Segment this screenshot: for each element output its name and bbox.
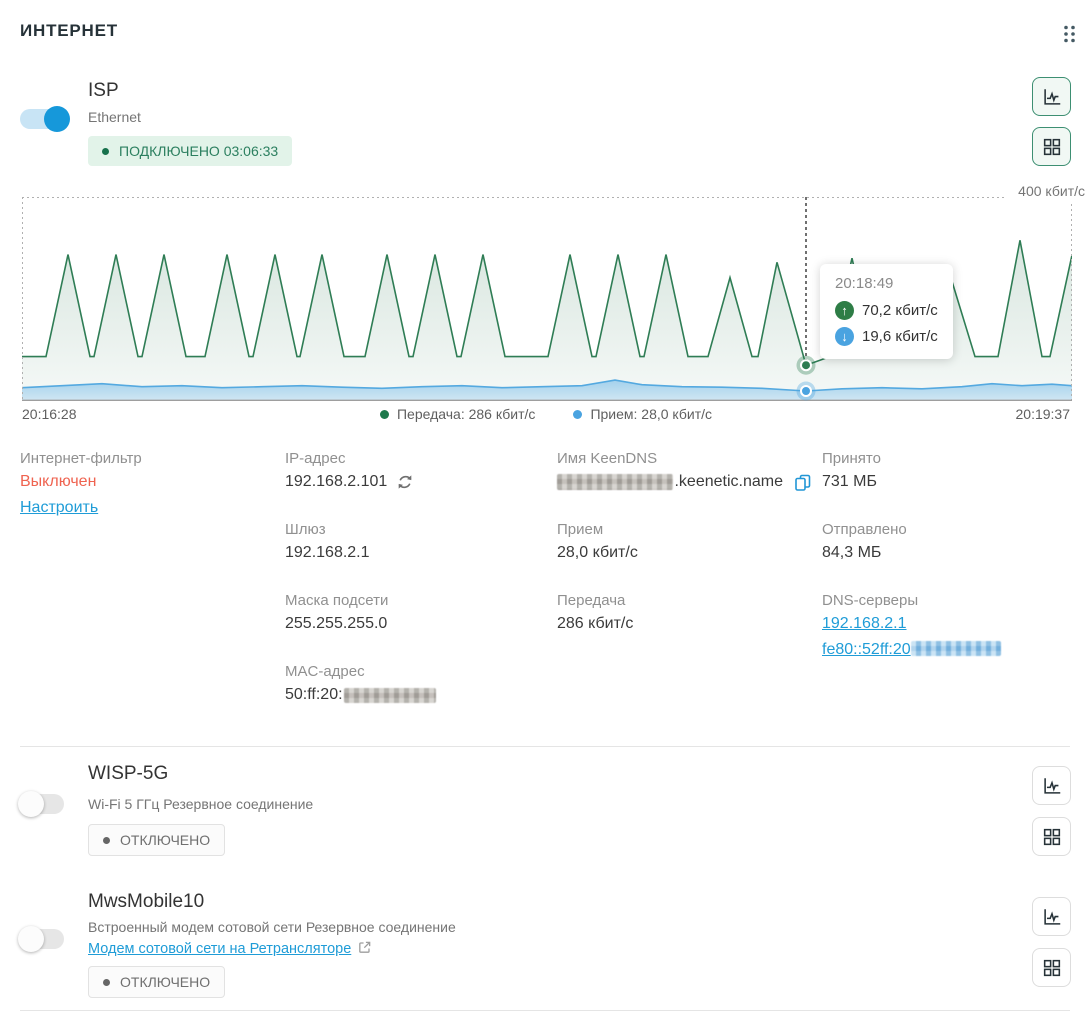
rx-hover-marker: [797, 382, 816, 401]
mws-status-badge: ОТКЛЮЧЕНО: [88, 966, 225, 998]
line-chart-icon: [1041, 775, 1063, 797]
section-divider: [20, 1010, 1070, 1011]
keendns-value-redacted: [557, 474, 673, 490]
isp-name: ISP: [88, 80, 119, 102]
chart-tooltip: 20:18:49 ↑ 70,2 кбит/с ↓ 19,6 кбит/с: [820, 264, 953, 359]
status-dot-icon: [103, 837, 110, 844]
tooltip-time: 20:18:49: [835, 275, 938, 292]
wisp-type: Wi-Fi 5 ГГц Резервное соединение: [88, 796, 313, 812]
isp-toggle[interactable]: [20, 106, 68, 132]
mws-type: Встроенный модем сотовой сети Резервное …: [88, 919, 456, 935]
page-title: ИНТЕРНЕТ: [20, 21, 118, 41]
dns-server-2-redacted: [911, 641, 1001, 656]
isp-type: Ethernet: [88, 109, 141, 125]
status-dot-icon: [103, 979, 110, 986]
external-link-icon: [357, 940, 372, 958]
mws-toggle[interactable]: [20, 926, 68, 952]
wisp-toggle[interactable]: [20, 791, 68, 817]
isp-grid-view-button[interactable]: [1032, 127, 1071, 166]
keendns-label: Имя KeenDNS: [557, 448, 812, 469]
download-arrow-icon: ↓: [835, 327, 854, 346]
wisp-status-badge: ОТКЛЮЧЕНО: [88, 824, 225, 856]
renew-ip-icon[interactable]: [396, 473, 414, 491]
section-divider: [20, 746, 1070, 747]
modem-retranslator-link[interactable]: Модем сотовой сети на Ретрансляторе: [88, 941, 351, 957]
rx-rate-value: 28,0 кбит/с: [557, 540, 812, 566]
status-dot-icon: [102, 148, 109, 155]
wisp-grid-view-button[interactable]: [1032, 817, 1071, 856]
ip-value: 192.168.2.101: [285, 469, 387, 495]
legend-item-rx: Прием: 28,0 кбит/с: [573, 406, 712, 422]
mask-label: Маска подсети: [285, 590, 540, 611]
dns-server-1-link[interactable]: 192.168.2.1: [822, 611, 907, 637]
drag-handle-icon[interactable]: [1061, 24, 1079, 44]
legend-item-tx: Передача: 286 кбит/с: [380, 406, 535, 422]
details-column-network: IP-адрес 192.168.2.101 Шлюз 192.16: [285, 448, 540, 732]
details-column-filter: Интернет-фильтр Выключен Настроить: [20, 448, 275, 545]
grid-icon: [1041, 826, 1063, 848]
tx-rate-label: Передача: [557, 590, 812, 611]
upload-arrow-icon: ↑: [835, 301, 854, 320]
internet-page: ИНТЕРНЕТ ISP Ethernet ПОДКЛЮЧЕНО 03:06:3…: [0, 0, 1090, 1021]
keendns-value-suffix: .keenetic.name: [674, 469, 783, 495]
isp-chart-view-button[interactable]: [1032, 77, 1071, 116]
tooltip-rx-value: 19,6 кбит/с: [862, 328, 938, 345]
received-value: 731 МБ: [822, 469, 1077, 495]
line-chart-icon: [1041, 86, 1063, 108]
ip-label: IP-адрес: [285, 448, 540, 469]
tx-legend-dot-icon: [380, 410, 389, 419]
mac-label: MAC-адрес: [285, 661, 540, 682]
rx-legend-dot-icon: [573, 410, 582, 419]
filter-label: Интернет-фильтр: [20, 448, 275, 469]
isp-status-text: ПОДКЛЮЧЕНО 03:06:33: [119, 143, 278, 159]
line-chart-icon: [1041, 906, 1063, 928]
mws-link-row: Модем сотовой сети на Ретрансляторе: [88, 940, 372, 958]
wisp-chart-view-button[interactable]: [1032, 766, 1071, 805]
grid-icon: [1041, 957, 1063, 979]
gateway-label: Шлюз: [285, 519, 540, 540]
gateway-value: 192.168.2.1: [285, 540, 540, 566]
tx-hover-marker: [797, 356, 816, 375]
filter-value: Выключен: [20, 469, 275, 495]
sent-label: Отправлено: [822, 519, 1077, 540]
isp-status-badge: ПОДКЛЮЧЕНО 03:06:33: [88, 136, 292, 166]
chart-legend: Передача: 286 кбит/с Прием: 28,0 кбит/с: [22, 406, 1070, 422]
rx-rate-label: Прием: [557, 519, 812, 540]
copy-icon[interactable]: [793, 473, 812, 492]
details-column-rates: Имя KeenDNS .keenetic.name Прием 28,0 кб…: [557, 448, 812, 661]
wisp-status-text: ОТКЛЮЧЕНО: [120, 832, 210, 848]
wisp-name: WISP-5G: [88, 763, 168, 785]
tx-rate-value: 286 кбит/с: [557, 611, 812, 637]
dns-label: DNS-серверы: [822, 590, 1077, 611]
mws-grid-view-button[interactable]: [1032, 948, 1071, 987]
tooltip-tx-value: 70,2 кбит/с: [862, 302, 938, 319]
mws-chart-view-button[interactable]: [1032, 897, 1071, 936]
dns-server-2-link[interactable]: fe80::52ff:20: [822, 637, 1001, 663]
sent-value: 84,3 МБ: [822, 540, 1077, 566]
mac-value-redacted: [344, 688, 436, 703]
mws-name: MwsMobile10: [88, 891, 204, 913]
chart-axis-row: 20:16:28 Передача: 286 кбит/с Прием: 28,…: [22, 406, 1070, 422]
received-label: Принято: [822, 448, 1077, 469]
mac-value-prefix: 50:ff:20:: [285, 682, 343, 708]
details-column-totals: Принято 731 МБ Отправлено 84,3 МБ DNS-се…: [822, 448, 1077, 687]
mask-value: 255.255.255.0: [285, 611, 540, 637]
mws-status-text: ОТКЛЮЧЕНО: [120, 974, 210, 990]
configure-link[interactable]: Настроить: [20, 495, 98, 521]
grid-icon: [1041, 136, 1063, 158]
